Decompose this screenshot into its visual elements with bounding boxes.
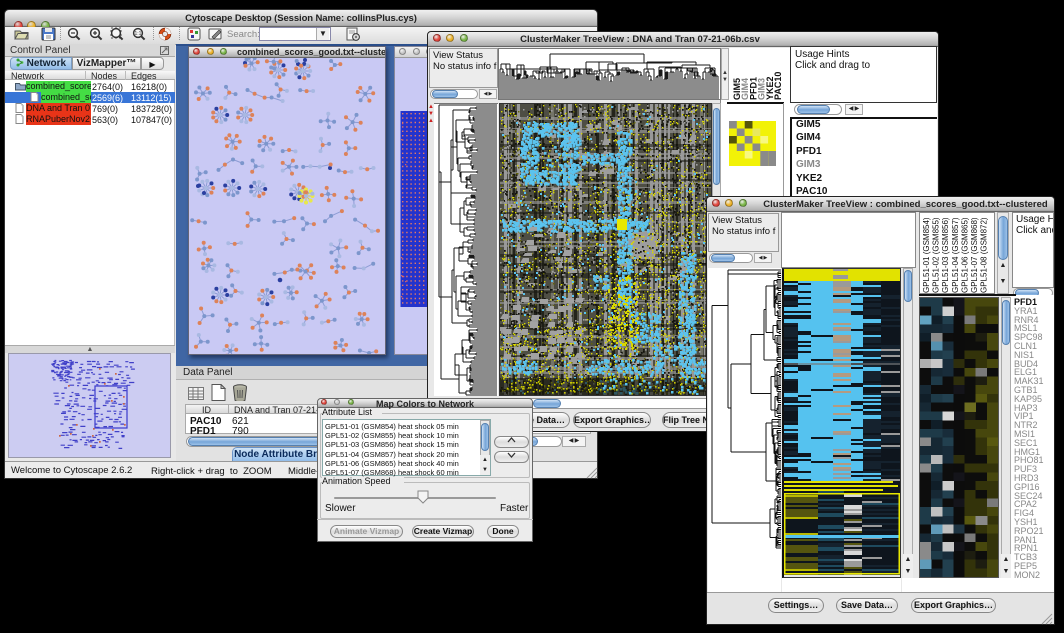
svg-text:GPL51-03 (GSM856): GPL51-03 (GSM856) xyxy=(941,217,950,293)
svg-text:GPL51-08 (GSM872): GPL51-08 (GSM872) xyxy=(980,217,989,293)
svg-text:GPL51-07 (GSM868): GPL51-07 (GSM868) xyxy=(970,217,979,293)
svg-text:GPL51-04 (GSM857): GPL51-04 (GSM857) xyxy=(951,217,960,293)
svg-text:PAC10: PAC10 xyxy=(773,72,782,100)
svg-text:GPL51-06 (GSM865): GPL51-06 (GSM865) xyxy=(960,217,969,293)
svg-text:GPL51-02 (GSM855): GPL51-02 (GSM855) xyxy=(932,217,941,293)
svg-text:GPL51-01 (GSM854): GPL51-01 (GSM854) xyxy=(922,217,931,293)
svg-text:1:1: 1:1 xyxy=(135,31,142,37)
